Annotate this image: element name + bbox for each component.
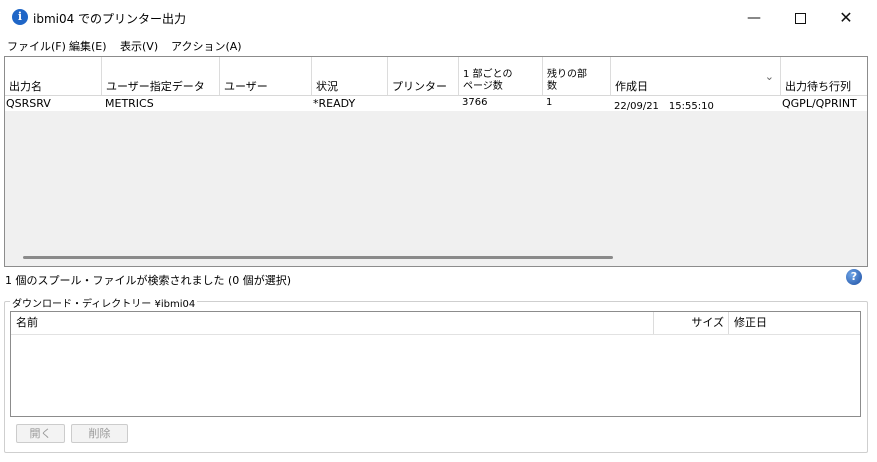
- maximize-button[interactable]: [777, 0, 823, 36]
- download-directory-label: ダウンロード・ディレクトリー ¥ibmi04: [10, 295, 198, 310]
- table-header: 出力名 ユーザー指定データ ユーザー 状況 プリンター 1 部ごとの ページ数 …: [5, 57, 867, 96]
- horizontal-scrollbar[interactable]: [23, 256, 613, 259]
- table-row[interactable]: QSRSRV METRICS *READY 3766 1 22/09/21 15…: [5, 96, 867, 112]
- cell-copies-left: 1: [546, 97, 553, 108]
- help-icon[interactable]: ?: [846, 269, 862, 285]
- menu-file[interactable]: ファイル(F): [7, 38, 66, 54]
- spool-file-table[interactable]: 出力名 ユーザー指定データ ユーザー 状況 プリンター 1 部ごとの ページ数 …: [4, 56, 868, 267]
- delete-button[interactable]: 削除: [71, 424, 128, 443]
- open-button[interactable]: 開く: [16, 424, 65, 443]
- column-size[interactable]: サイズ: [654, 312, 729, 334]
- column-user-data[interactable]: ユーザー指定データ: [102, 57, 220, 95]
- download-list-header: 名前 サイズ 修正日: [11, 312, 860, 335]
- column-printer[interactable]: プリンター: [388, 57, 459, 95]
- column-output-queue[interactable]: 出力待ち行列: [781, 57, 867, 95]
- cell-created: 22/09/21 15:55:10: [614, 101, 714, 112]
- cell-status: *READY: [313, 97, 356, 110]
- app-info-icon: i: [12, 9, 28, 25]
- window-title: ibmi04 でのプリンター出力: [33, 12, 187, 26]
- menu-action[interactable]: アクション(A): [171, 38, 242, 54]
- column-created[interactable]: 作成日 ⌄: [611, 57, 781, 95]
- menu-bar: ファイル(F) 編集(E) 表示(V) アクション(A): [0, 36, 877, 55]
- minimize-button[interactable]: —: [731, 0, 777, 36]
- column-output-name[interactable]: 出力名: [5, 57, 102, 95]
- column-pages-per-copy[interactable]: 1 部ごとの ページ数: [459, 57, 543, 95]
- menu-view[interactable]: 表示(V): [120, 38, 158, 54]
- cell-output-queue: QGPL/QPRINT: [782, 97, 857, 110]
- column-modified[interactable]: 修正日: [729, 312, 860, 334]
- close-button[interactable]: ✕: [823, 0, 869, 36]
- sort-chevron-icon: ⌄: [764, 70, 774, 83]
- status-text: 1 個のスプール・ファイルが検索されました (0 個が選択): [5, 274, 292, 287]
- title-bar: i ibmi04 でのプリンター出力 — ✕: [0, 0, 877, 36]
- column-status[interactable]: 状況: [312, 57, 388, 95]
- maximize-icon: [794, 12, 806, 24]
- column-name[interactable]: 名前: [11, 312, 654, 334]
- cell-pages-per-copy: 3766: [462, 97, 488, 108]
- cell-user-data: METRICS: [105, 97, 154, 110]
- column-user[interactable]: ユーザー: [220, 57, 312, 95]
- column-copies-left[interactable]: 残りの部 数: [543, 57, 611, 95]
- menu-edit[interactable]: 編集(E): [69, 38, 107, 54]
- cell-output-name: QSRSRV: [6, 97, 51, 110]
- download-file-list[interactable]: 名前 サイズ 修正日: [10, 311, 861, 417]
